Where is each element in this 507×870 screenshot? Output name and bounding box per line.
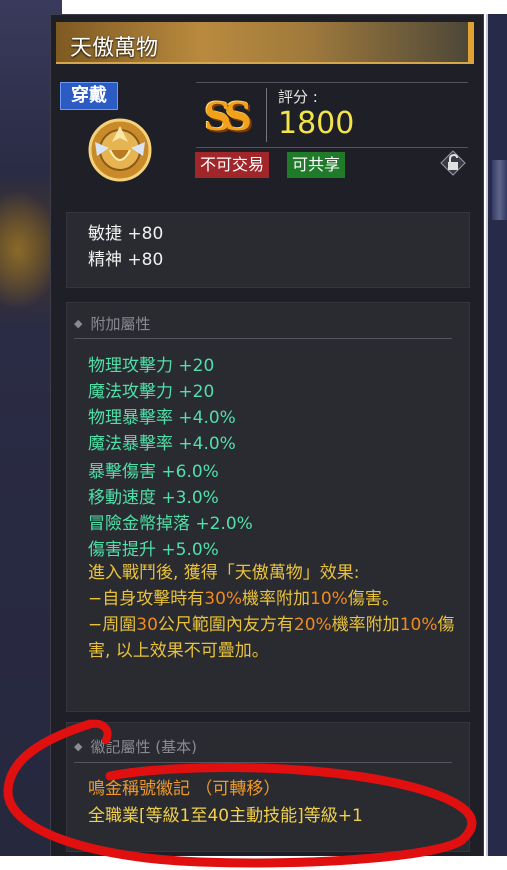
insignia-bonus: 全職業[等級1至40主動技能]等級+1 [88, 806, 363, 826]
background-glow-right [492, 160, 507, 220]
unlock-icon[interactable] [440, 150, 466, 176]
divider [266, 88, 267, 142]
attribute-line: 暴擊傷害 +6.0% [88, 462, 219, 482]
header-underline [74, 762, 452, 763]
insignia-title: 徽記屬性 (基本) [90, 738, 197, 756]
attribute-line: 魔法暴擊率 +4.0% [88, 434, 236, 454]
additional-attributes-header: ◆ 附加屬性 [74, 313, 150, 334]
header-underline [74, 338, 452, 339]
effect-intro: 進入戰鬥後, 獲得「天傲萬物」效果: [88, 563, 360, 583]
bottom-margin [0, 856, 507, 870]
adjacent-panel-edge [486, 14, 507, 860]
tradeable-tag: 不可交易 [195, 152, 270, 178]
attribute-line: 傷害提升 +5.0% [88, 540, 219, 560]
diamond-icon: ◆ [74, 740, 83, 753]
item-title: 天傲萬物 [70, 36, 159, 61]
stat-agility: 敏捷 +80 [88, 224, 164, 244]
score-value: 1800 [278, 106, 355, 141]
effect-line-1: −自身攻擊時有30%機率附加10%傷害。 [88, 589, 399, 609]
attribute-line: 物理暴擊率 +4.0% [88, 408, 236, 428]
attribute-line: 魔法攻擊力 +20 [88, 382, 215, 402]
score-label: 評分 : [278, 88, 318, 106]
attribute-line: 移動速度 +3.0% [88, 488, 219, 508]
effect-description: 進入戰鬥後, 獲得「天傲萬物」效果: −自身攻擊時有30%機率附加10%傷害。 … [88, 560, 458, 664]
attribute-line: 冒險金幣掉落 +2.0% [88, 514, 253, 534]
shareable-tag: 可共享 [287, 152, 346, 178]
emblem-icon [88, 118, 152, 182]
effect-line-2: −周圍30公尺範圍內友方有20%機率附加10%傷害, 以上效果不可疊加。 [88, 615, 455, 661]
insignia-name: 鳴金稱號徽記 （可轉移） [88, 779, 281, 799]
additional-attributes-title: 附加屬性 [90, 315, 151, 333]
attribute-line: 物理攻擊力 +20 [88, 356, 215, 376]
rank-grade: SS [204, 94, 252, 139]
equipped-badge: 穿戴 [60, 82, 118, 110]
stat-spirit: 精神 +80 [88, 250, 164, 270]
diamond-icon: ◆ [74, 317, 83, 330]
insignia-header: ◆ 徽記屬性 (基本) [74, 736, 197, 757]
